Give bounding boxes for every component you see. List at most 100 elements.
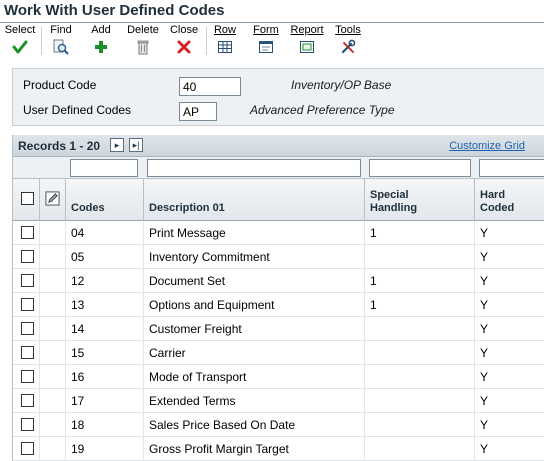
code-cell[interactable]: 14 bbox=[66, 317, 144, 341]
udc-input[interactable] bbox=[179, 102, 217, 121]
description-column-header[interactable]: Description 01 bbox=[144, 179, 365, 221]
tools-menu[interactable]: Tools bbox=[333, 24, 363, 58]
code-cell[interactable]: 05 bbox=[66, 245, 144, 269]
row-checkbox[interactable] bbox=[21, 394, 34, 407]
add-label: Add bbox=[91, 24, 111, 36]
table-row[interactable]: 12 Document Set 1 Y bbox=[13, 269, 544, 293]
special-handling-cell[interactable] bbox=[365, 389, 475, 413]
special-handling-cell[interactable] bbox=[365, 317, 475, 341]
row-edit-cell bbox=[40, 317, 66, 341]
form-icon bbox=[259, 41, 273, 53]
description-cell[interactable]: Carrier bbox=[144, 341, 365, 365]
hard-coded-cell[interactable]: Y bbox=[475, 365, 544, 389]
special-handling-cell[interactable] bbox=[365, 437, 475, 461]
product-code-input[interactable] bbox=[179, 77, 241, 96]
find-button[interactable]: Find bbox=[48, 24, 74, 58]
special-handling-cell[interactable] bbox=[365, 413, 475, 437]
add-button[interactable]: Add bbox=[88, 24, 114, 58]
row-checkbox[interactable] bbox=[21, 226, 34, 239]
trash-icon bbox=[137, 40, 149, 55]
special-handling-cell[interactable] bbox=[365, 341, 475, 365]
report-menu[interactable]: Report bbox=[289, 24, 325, 58]
description-cell[interactable]: Extended Terms bbox=[144, 389, 365, 413]
special-handling-cell[interactable]: 1 bbox=[365, 221, 475, 245]
records-grid: Records 1 - 20 ▸ ▸| Customize Grid Codes… bbox=[12, 135, 544, 461]
row-edit-cell bbox=[40, 269, 66, 293]
description-cell[interactable]: Print Message bbox=[144, 221, 365, 245]
page-title: Work With User Defined Codes bbox=[4, 2, 225, 19]
row-checkbox[interactable] bbox=[21, 418, 34, 431]
code-cell[interactable]: 13 bbox=[66, 293, 144, 317]
hard-coded-cell[interactable]: Y bbox=[475, 221, 544, 245]
delete-button[interactable]: Delete bbox=[126, 24, 160, 58]
tools-icon bbox=[341, 39, 356, 54]
row-checkbox[interactable] bbox=[21, 250, 34, 263]
special-handling-column-header[interactable]: Special Handling bbox=[365, 179, 475, 221]
hard-coded-cell[interactable]: Y bbox=[475, 293, 544, 317]
description-cell[interactable]: Gross Profit Margin Target bbox=[144, 437, 365, 461]
table-row[interactable]: 04 Print Message 1 Y bbox=[13, 221, 544, 245]
table-row[interactable]: 13 Options and Equipment 1 Y bbox=[13, 293, 544, 317]
checkmark-icon bbox=[12, 40, 28, 54]
row-select-cell bbox=[13, 221, 40, 245]
description-filter-input[interactable] bbox=[147, 159, 361, 177]
row-checkbox[interactable] bbox=[21, 274, 34, 287]
special-handling-cell[interactable]: 1 bbox=[365, 269, 475, 293]
special-handling-cell[interactable] bbox=[365, 245, 475, 269]
hard-coded-cell[interactable]: Y bbox=[475, 413, 544, 437]
special-handling-filter-input[interactable] bbox=[369, 159, 471, 177]
hard-coded-cell[interactable]: Y bbox=[475, 389, 544, 413]
table-row[interactable]: 19 Gross Profit Margin Target Y bbox=[13, 437, 544, 461]
select-all-checkbox[interactable] bbox=[21, 192, 34, 205]
close-button[interactable]: Close bbox=[169, 24, 199, 58]
table-row[interactable]: 14 Customer Freight Y bbox=[13, 317, 544, 341]
row-edit-cell bbox=[40, 341, 66, 365]
hard-coded-cell[interactable]: Y bbox=[475, 437, 544, 461]
hard-coded-cell[interactable]: Y bbox=[475, 341, 544, 365]
code-cell[interactable]: 15 bbox=[66, 341, 144, 365]
table-row[interactable]: 15 Carrier Y bbox=[13, 341, 544, 365]
code-cell[interactable]: 19 bbox=[66, 437, 144, 461]
row-checkbox[interactable] bbox=[21, 370, 34, 383]
code-cell[interactable]: 18 bbox=[66, 413, 144, 437]
table-row[interactable]: 05 Inventory Commitment Y bbox=[13, 245, 544, 269]
description-cell[interactable]: Options and Equipment bbox=[144, 293, 365, 317]
description-header-label: Description 01 bbox=[149, 202, 225, 214]
header-panel: Product Code Inventory/OP Base User Defi… bbox=[12, 68, 544, 126]
hard-coded-filter-input[interactable] bbox=[479, 159, 544, 177]
find-label: Find bbox=[50, 24, 72, 36]
hard-coded-cell[interactable]: Y bbox=[475, 317, 544, 341]
row-select-cell bbox=[13, 245, 40, 269]
next-page-icon[interactable]: ▸ bbox=[110, 138, 124, 152]
code-cell[interactable]: 12 bbox=[66, 269, 144, 293]
description-cell[interactable]: Mode of Transport bbox=[144, 365, 365, 389]
hard-coded-cell[interactable]: Y bbox=[475, 269, 544, 293]
row-checkbox[interactable] bbox=[21, 346, 34, 359]
special-handling-cell[interactable] bbox=[365, 365, 475, 389]
row-checkbox[interactable] bbox=[21, 442, 34, 455]
special-handling-header-label: Special Handling bbox=[370, 189, 418, 214]
customize-grid-link[interactable]: Customize Grid bbox=[449, 140, 525, 152]
table-row[interactable]: 16 Mode of Transport Y bbox=[13, 365, 544, 389]
code-cell[interactable]: 04 bbox=[66, 221, 144, 245]
row-menu[interactable]: Row bbox=[212, 24, 238, 58]
hard-coded-column-header[interactable]: Hard Coded bbox=[475, 179, 544, 221]
table-row[interactable]: 17 Extended Terms Y bbox=[13, 389, 544, 413]
codes-column-header[interactable]: Codes bbox=[66, 179, 144, 221]
last-page-icon[interactable]: ▸| bbox=[129, 138, 143, 152]
select-button[interactable]: Select bbox=[4, 24, 36, 58]
description-cell[interactable]: Document Set bbox=[144, 269, 365, 293]
special-handling-cell[interactable]: 1 bbox=[365, 293, 475, 317]
description-cell[interactable]: Sales Price Based On Date bbox=[144, 413, 365, 437]
row-checkbox[interactable] bbox=[21, 298, 34, 311]
hard-coded-cell[interactable]: Y bbox=[475, 245, 544, 269]
description-cell[interactable]: Customer Freight bbox=[144, 317, 365, 341]
form-menu[interactable]: Form bbox=[251, 24, 281, 58]
code-cell[interactable]: 17 bbox=[66, 389, 144, 413]
codes-filter-input[interactable] bbox=[70, 159, 138, 177]
row-checkbox[interactable] bbox=[21, 322, 34, 335]
description-cell[interactable]: Inventory Commitment bbox=[144, 245, 365, 269]
code-cell[interactable]: 16 bbox=[66, 365, 144, 389]
edit-icon[interactable] bbox=[45, 191, 60, 206]
table-row[interactable]: 18 Sales Price Based On Date Y bbox=[13, 413, 544, 437]
